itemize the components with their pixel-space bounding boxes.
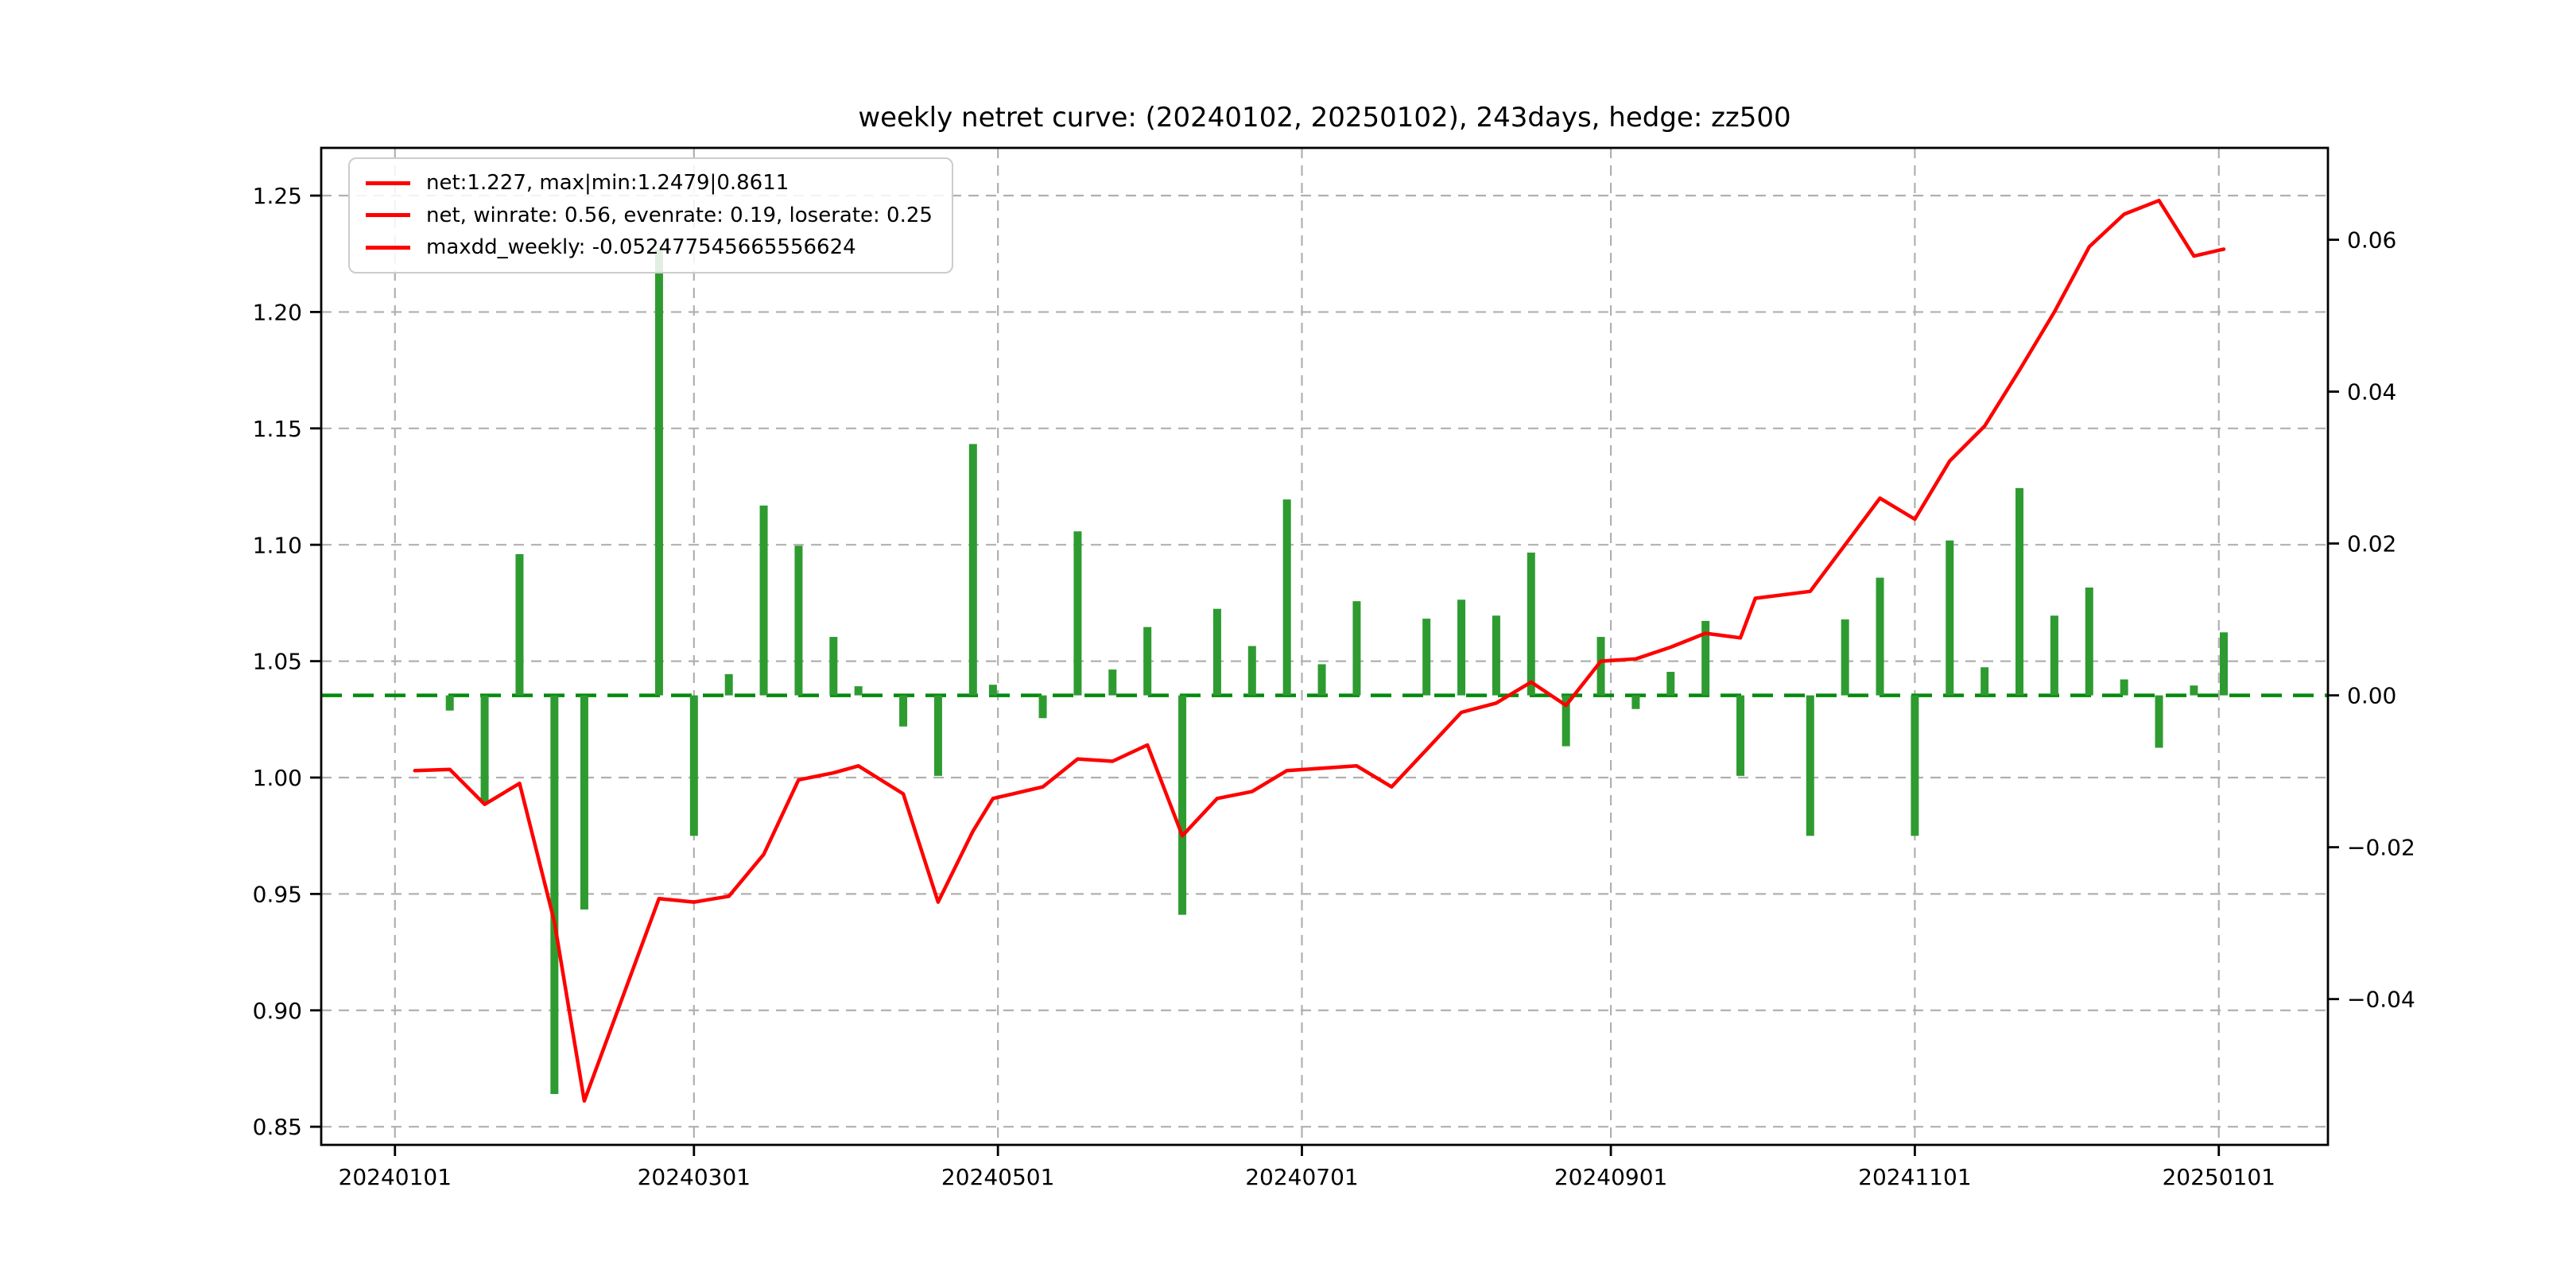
weekly-return-bar [1108, 669, 1116, 695]
weekly-return-bar [2120, 680, 2128, 696]
weekly-return-bar [690, 696, 698, 836]
net-line-swatch [366, 181, 410, 185]
net-line-swatch [366, 246, 410, 250]
weekly-return-bar [1666, 672, 1674, 696]
weekly-return-bar [1318, 664, 1326, 695]
weekly-return-bar [580, 696, 588, 910]
weekly-return-bar [1806, 696, 1814, 836]
weekly-return-bar [2155, 696, 2163, 748]
weekly-return-bar [829, 637, 837, 696]
legend-entry: net, winrate: 0.56, evenrate: 0.19, lose… [366, 204, 933, 227]
figure: 20240101 20240301 20240501 20240701 20240901… [0, 0, 2576, 1288]
y-right-tick-label: −0.02 [2347, 835, 2415, 861]
weekly-return-bar [1178, 696, 1186, 915]
legend-entry: net:1.227, max|min:1.2479|0.8611 [366, 172, 933, 195]
y-left-tick-label: 1.05 [253, 649, 302, 675]
weekly-return-bar [655, 250, 663, 696]
weekly-return-bar [1980, 667, 1988, 695]
weekly-return-bar [1527, 553, 1535, 696]
weekly-return-bar [1876, 578, 1884, 696]
weekly-return-bar [989, 685, 997, 695]
y-right-tick-label: 0.00 [2347, 683, 2396, 709]
weekly-return-bar [2220, 632, 2228, 695]
chart-title: weekly netret curve: (20240102, 20250102… [858, 102, 1790, 134]
weekly-return-bar [2050, 615, 2058, 695]
weekly-return-bar [1352, 601, 1360, 695]
weekly-return-bar [2015, 488, 2023, 696]
weekly-return-bar [446, 696, 454, 711]
weekly-return-bar [1422, 619, 1430, 695]
legend-label-maxdd: maxdd_weekly: -0.052477545665556624 [426, 236, 856, 259]
weekly-return-bar [481, 696, 489, 804]
weekly-return-bar [1143, 627, 1151, 696]
y-left-tick-label: 0.85 [253, 1114, 302, 1140]
x-tick-label: 20250101 [2162, 1164, 2275, 1190]
weekly-return-bar [1492, 615, 1500, 695]
y-left-tick-label: 1.20 [253, 299, 302, 325]
weekly-return-bar [760, 506, 768, 696]
weekly-return-bar [2085, 588, 2093, 696]
weekly-return-bar [1283, 499, 1291, 695]
legend-box: net:1.227, max|min:1.2479|0.8611 net, wi… [348, 157, 953, 274]
weekly-return-bar [1073, 531, 1081, 695]
weekly-return-bar [1248, 646, 1256, 696]
weekly-return-bar [899, 696, 907, 727]
weekly-return-bar [1911, 696, 1918, 836]
y-left-tick-label: 0.95 [253, 881, 302, 907]
legend-label-winrate: net, winrate: 0.56, evenrate: 0.19, lose… [426, 204, 933, 227]
legend-entry: maxdd_weekly: -0.052477545665556624 [366, 236, 933, 259]
y-left-tick-label: 1.10 [253, 532, 302, 558]
x-tick-label: 20240301 [638, 1164, 751, 1190]
y-right-tick-label: 0.02 [2347, 531, 2396, 557]
x-tick-label: 20240501 [941, 1164, 1055, 1190]
weekly-return-bar [1946, 541, 1953, 696]
weekly-return-bar [2190, 685, 2198, 695]
weekly-return-bar [969, 444, 977, 695]
y-left-tick-label: 1.15 [253, 416, 302, 442]
weekly-return-bar [934, 696, 942, 776]
weekly-return-bar [1213, 609, 1221, 696]
weekly-return-bar [1457, 599, 1465, 695]
y-right-tick-label: 0.06 [2347, 227, 2396, 254]
x-tick-label: 20240901 [1554, 1164, 1668, 1190]
weekly-return-bar [725, 674, 733, 696]
weekly-return-bar [1631, 696, 1639, 709]
y-left-tick-label: 1.25 [253, 183, 302, 209]
legend-label-net: net:1.227, max|min:1.2479|0.8611 [426, 172, 789, 195]
net-line-swatch [366, 213, 410, 217]
weekly-return-bar [855, 686, 863, 695]
x-tick-label: 20241101 [1858, 1164, 1972, 1190]
weekly-return-bar [794, 545, 802, 695]
weekly-return-bar [550, 696, 558, 1094]
x-tick-label: 20240701 [1245, 1164, 1359, 1190]
x-tick-label: 20240101 [339, 1164, 452, 1190]
weekly-return-bar [1039, 696, 1047, 719]
y-left-tick-label: 0.90 [253, 998, 302, 1024]
y-right-tick-label: −0.04 [2347, 987, 2415, 1013]
weekly-return-bar [1736, 696, 1744, 776]
weekly-return-bar [1841, 619, 1849, 696]
weekly-return-bar [515, 554, 523, 696]
y-left-tick-label: 1.00 [253, 765, 302, 791]
y-right-tick-label: 0.04 [2347, 379, 2396, 405]
